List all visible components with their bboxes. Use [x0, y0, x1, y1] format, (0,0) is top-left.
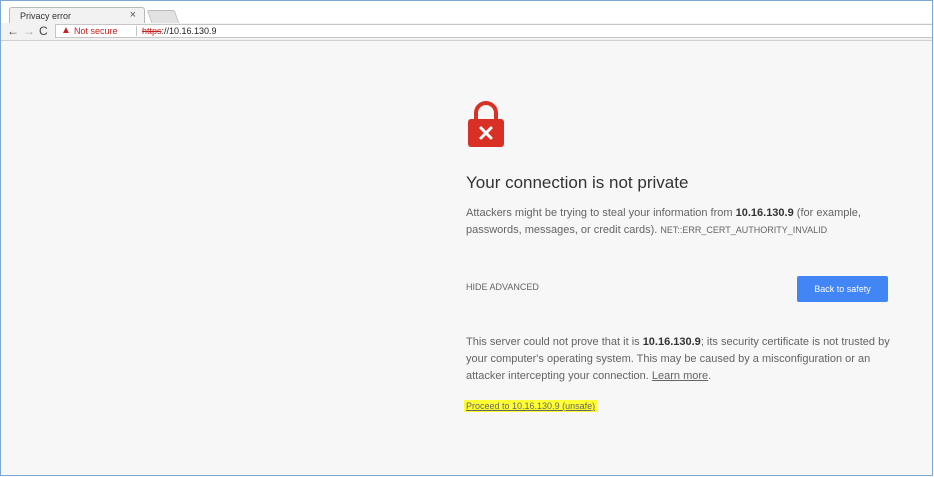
error-code[interactable]: NET::ERR_CERT_AUTHORITY_INVALID — [660, 225, 827, 235]
tab-privacy-error[interactable]: Privacy error × — [9, 7, 145, 23]
url-text[interactable]: https://10.16.130.9 — [142, 25, 217, 37]
tab-title: Privacy error — [20, 11, 72, 21]
url-host: ://10.16.130.9 — [161, 26, 217, 36]
back-to-safety-button[interactable]: Back to safety — [797, 276, 888, 302]
proceed-unsafe-link[interactable]: Proceed to 10.16.130.9 (unsafe) — [464, 400, 598, 412]
separator — [136, 26, 137, 36]
advanced-details: This server could not prove that it is 1… — [466, 334, 896, 385]
detail-text-1: This server could not prove that it is — [466, 336, 643, 348]
lock-error-icon — [468, 101, 504, 147]
tab-close-icon[interactable]: × — [130, 9, 136, 21]
security-status[interactable]: Not secure — [74, 25, 118, 37]
detail-end: . — [708, 370, 712, 382]
desc-host: 10.16.130.9 — [735, 207, 794, 219]
learn-more-link[interactable]: Learn more — [652, 370, 708, 382]
warning-description: Attackers might be trying to steal your … — [466, 205, 896, 239]
back-arrow-icon[interactable]: ← — [7, 24, 19, 38]
forward-arrow-icon[interactable]: → — [23, 24, 35, 38]
desc-text-1: Attackers might be trying to steal your … — [466, 207, 736, 219]
url-scheme: https — [142, 26, 162, 36]
address-bar[interactable]: ▲ Not secure https://10.16.130.9 — [55, 24, 932, 38]
new-tab-button[interactable] — [146, 10, 180, 23]
warning-icon: ▲ — [61, 25, 71, 36]
tab-strip: Privacy error × — [1, 1, 932, 23]
hide-advanced-link[interactable]: HIDE ADVANCED — [466, 282, 539, 292]
reload-icon[interactable]: C — [39, 24, 48, 38]
toolbar: ← → C ▲ Not secure https://10.16.130.9 — [1, 23, 932, 41]
detail-host: 10.16.130.9 — [642, 336, 701, 348]
page-title: Your connection is not private — [466, 173, 689, 192]
